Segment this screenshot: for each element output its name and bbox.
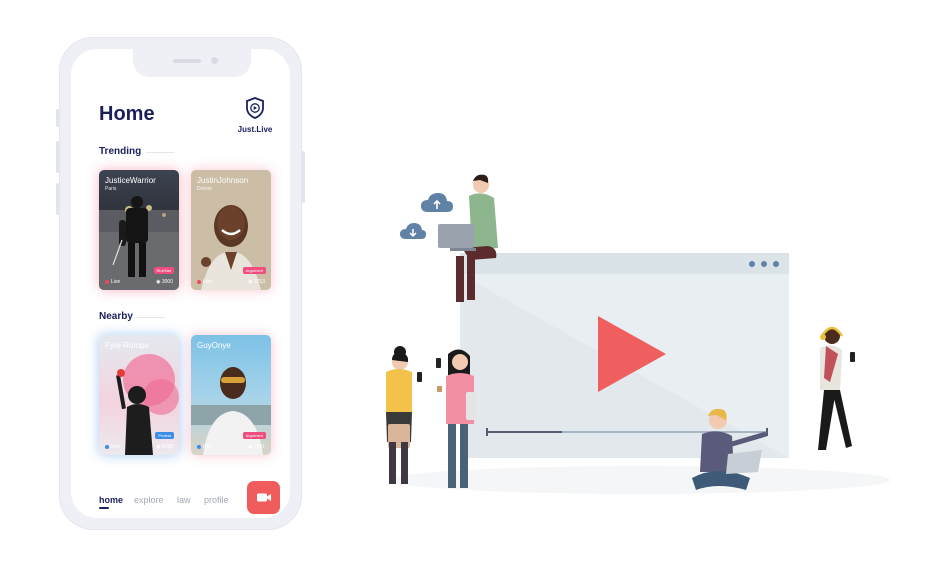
card-status: Rec (197, 444, 212, 450)
card-status: Rec (105, 444, 120, 450)
section-divider (137, 317, 165, 318)
card-views: ◉ 3991 (248, 444, 265, 450)
card-tag-badge: Argument (242, 432, 266, 439)
rec-dot-icon (197, 444, 201, 449)
card-username: JustinJohnson (197, 176, 249, 185)
card-tag-badge: Argument (242, 267, 266, 274)
card-status-text: Rec (111, 444, 120, 450)
card-tag-badge: Protest (155, 432, 174, 439)
card-views: ◉ 3000 (156, 279, 173, 285)
nav-item-explore[interactable]: explore (134, 495, 164, 505)
woman-with-phone-illustration (386, 346, 422, 484)
phone-power-button (302, 151, 305, 203)
live-dot-icon (197, 279, 201, 284)
phone-side-button (56, 141, 59, 173)
window-dot-icon (749, 261, 755, 267)
record-button[interactable] (247, 481, 280, 514)
rec-dot-icon (105, 444, 109, 449)
card-views-count: 3000 (161, 279, 173, 285)
progress-start-tick (486, 428, 488, 436)
section-divider (146, 152, 174, 153)
video-camera-icon (257, 493, 271, 502)
shield-play-icon (246, 97, 264, 119)
card-username: GuyOnye (197, 341, 231, 350)
woman-with-coffee-illustration (436, 349, 476, 488)
nav-item-profile[interactable]: profile (204, 495, 229, 505)
card-location: Detroit (197, 186, 212, 192)
stream-card[interactable]: JusticeWarrior Paris Riot/Nat Live ◉ 300… (99, 170, 179, 290)
stream-card[interactable]: Fyre Rumpe Protest Rec ◉ 4788 (99, 335, 179, 455)
card-status: Live (197, 279, 212, 285)
video-progress-fill (486, 431, 563, 433)
card-status-text: Live (111, 279, 121, 285)
section-title-nearby: Nearby (99, 311, 133, 322)
section-title-trending: Trending (99, 146, 142, 157)
card-views: ◉ 4788 (156, 444, 173, 450)
phone-side-button (56, 109, 59, 127)
card-views-count: 3753 (253, 279, 265, 285)
play-icon[interactable] (598, 316, 666, 392)
card-location: Paris (105, 186, 117, 192)
window-title-bar (460, 253, 789, 274)
nav-item-home[interactable]: home (99, 495, 123, 505)
page-title: Home (99, 103, 155, 125)
card-status: Live (105, 279, 120, 285)
card-views: ◉ 3753 (248, 279, 265, 285)
nav-active-indicator (99, 507, 109, 509)
app-logo[interactable]: Just.Live (235, 97, 275, 134)
card-views-count: 3991 (253, 444, 265, 450)
stream-card[interactable]: JustinJohnson Detroit Argument Live ◉ 37… (191, 170, 271, 290)
phone-camera (211, 57, 218, 64)
phone-mockup: Home Just.Live Trending JusticeWarrior P… (56, 37, 305, 530)
window-dot-icon (773, 261, 779, 267)
card-tag-badge: Riot/Nat (153, 267, 174, 274)
cloud-download-icon (400, 223, 426, 239)
phone-screen: Home Just.Live Trending JusticeWarrior P… (71, 49, 290, 518)
phone-side-button (56, 183, 59, 215)
card-status-text: Live (203, 279, 213, 285)
person-sitting-laptop-illustration (692, 408, 767, 490)
person-with-laptop-illustration (438, 174, 498, 302)
phone-notch (133, 49, 251, 77)
stream-card[interactable]: GuyOnye Argument Rec ◉ 3991 (191, 335, 271, 455)
card-views-count: 4788 (161, 444, 173, 450)
logo-text: Just.Live (237, 125, 273, 134)
woman-with-headphones-illustration (818, 326, 855, 450)
phone-speaker (173, 59, 201, 63)
window-dot-icon (761, 261, 767, 267)
card-status-text: Rec (203, 444, 212, 450)
card-username: Fyre Rumpe (105, 341, 150, 350)
nav-item-law[interactable]: law (177, 495, 191, 505)
card-username: JusticeWarrior (105, 176, 156, 185)
live-dot-icon (105, 279, 109, 284)
